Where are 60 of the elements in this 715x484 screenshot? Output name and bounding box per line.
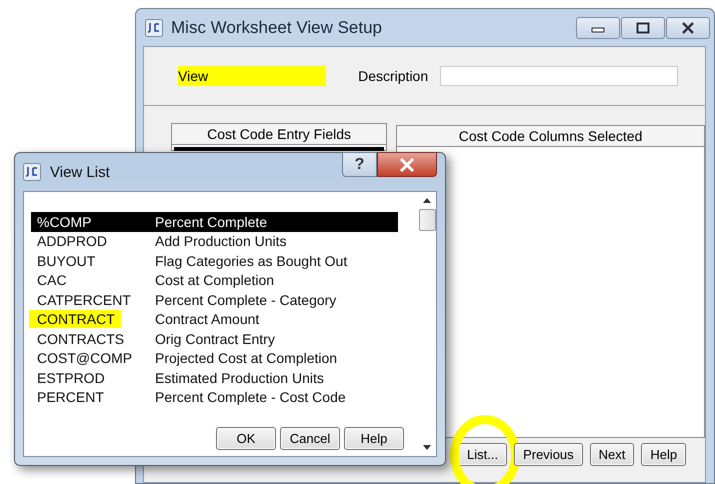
column-header: Cost Code Columns Selected xyxy=(396,125,705,147)
view-description: Estimated Production Units xyxy=(155,370,324,386)
view-description: Projected Cost at Completion xyxy=(155,350,338,366)
view-description: Contract Amount xyxy=(155,311,260,328)
dialog-title: View List xyxy=(50,164,111,180)
dialog-button[interactable]: OK xyxy=(216,427,276,450)
down-arrow-icon xyxy=(423,445,431,450)
view-code: COST@COMP xyxy=(36,349,134,368)
footer-button[interactable]: List... xyxy=(458,443,508,466)
list-row[interactable]: CONTRACTS Orig Contract Entry xyxy=(31,329,398,348)
list-row[interactable]: BUYOUT Flag Categories as Bought Out xyxy=(31,251,398,270)
app-icon xyxy=(145,18,163,36)
list-row[interactable]: ESTPROD Estimated Production Units xyxy=(31,368,398,388)
window-title: Misc Worksheet View Setup xyxy=(171,18,384,38)
close-icon xyxy=(399,158,415,172)
list-row[interactable]: CATPERCENT Percent Complete - Category xyxy=(31,290,398,310)
view-list[interactable] xyxy=(23,191,437,457)
close-button[interactable] xyxy=(377,152,437,177)
view-description: Percent Complete - Cost Code xyxy=(155,389,346,406)
footer-button[interactable]: Previous xyxy=(514,443,583,466)
list-row[interactable]: %COMP Percent Complete xyxy=(31,212,398,232)
view-label: View xyxy=(178,66,208,86)
app-icon xyxy=(23,163,41,181)
close-icon xyxy=(681,22,695,34)
description-field[interactable] xyxy=(440,66,678,86)
view-description: Percent Complete - Category xyxy=(155,292,336,308)
footer-button[interactable]: Next xyxy=(590,443,634,466)
column-header: Cost Code Entry Fields xyxy=(171,123,388,145)
fields-list[interactable] xyxy=(171,145,388,151)
list-row[interactable]: PERCENT Percent Complete - Cost Code xyxy=(31,388,398,407)
help-button[interactable]: ? xyxy=(342,152,377,177)
view-code: CONTRACTS xyxy=(36,330,126,348)
view-description: Flag Categories as Bought Out xyxy=(155,252,348,269)
view-description: Orig Contract Entry xyxy=(155,330,275,347)
dialog-button[interactable]: Help xyxy=(344,427,404,450)
minimize-button[interactable] xyxy=(576,17,620,39)
view-code: PERCENT xyxy=(36,388,105,406)
dialog-button[interactable]: Cancel xyxy=(280,427,340,450)
footer-button[interactable]: Help xyxy=(641,443,686,466)
list-row[interactable]: CAC Cost at Completion xyxy=(31,270,398,290)
list-row[interactable]: ADDPROD Add Production Units xyxy=(31,232,398,251)
maximize-button[interactable] xyxy=(621,17,665,39)
maximize-icon xyxy=(636,22,650,34)
scroll-thumb[interactable] xyxy=(418,209,436,231)
list-row[interactable]: COST@COMP Projected Cost at Completion xyxy=(31,348,398,368)
list-row[interactable]: CONTRACT Contract Amount xyxy=(31,310,398,329)
view-description: Percent Complete xyxy=(155,214,268,230)
view-code: ADDPROD xyxy=(36,232,108,250)
view-code: ESTPROD xyxy=(36,368,106,387)
view-code: CAC xyxy=(36,271,68,290)
view-field[interactable] xyxy=(208,66,326,86)
view-code: %COMP xyxy=(36,212,92,231)
description-label: Description xyxy=(358,68,428,84)
view-code: CONTRACT xyxy=(29,310,121,328)
view-code: BUYOUT xyxy=(36,252,96,270)
view-description: Add Production Units xyxy=(155,233,287,250)
close-button[interactable] xyxy=(666,17,710,39)
view-code: CATPERCENT xyxy=(36,290,132,309)
view-description: Cost at Completion xyxy=(155,272,274,288)
up-arrow-icon xyxy=(423,198,431,203)
